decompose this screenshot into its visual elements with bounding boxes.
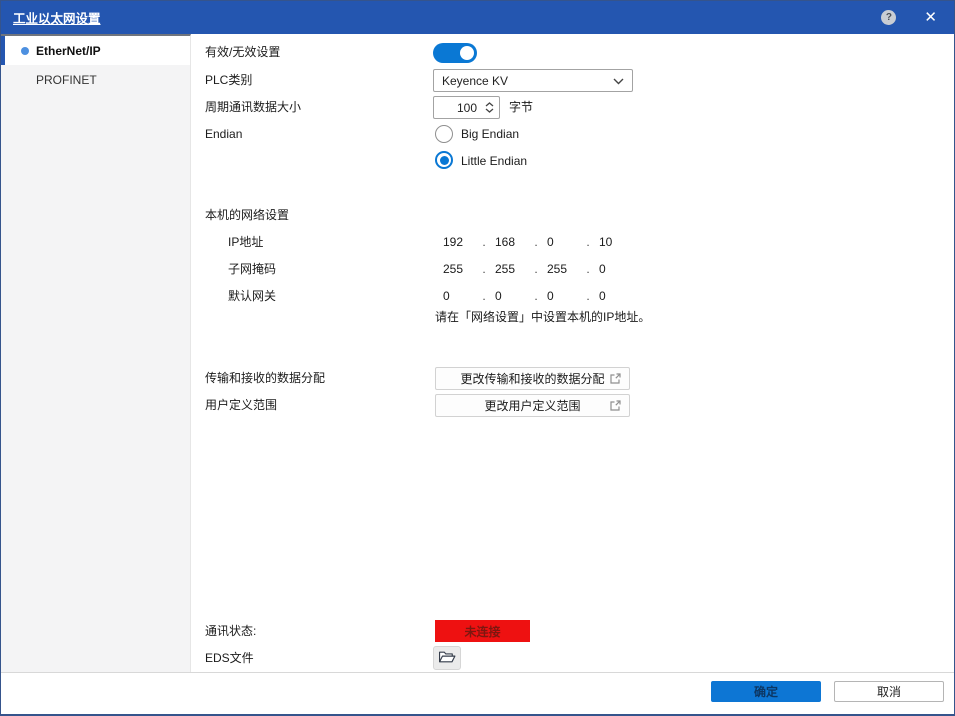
network-settings-header: 本机的网络设置 xyxy=(205,205,289,225)
titlebar: 工业以太网设置 ? ✕ xyxy=(1,1,954,34)
cyclic-size-unit: 字节 xyxy=(509,97,533,117)
radio-big-endian[interactable] xyxy=(435,125,453,143)
data-allocation-label: 传输和接收的数据分配 xyxy=(205,368,325,388)
eds-file-open-button[interactable] xyxy=(433,646,461,670)
dialog-footer: 确定 取消 xyxy=(1,672,954,714)
close-icon[interactable]: ✕ xyxy=(924,10,937,25)
user-range-label: 用户定义范围 xyxy=(205,395,277,415)
octet: 255 xyxy=(443,259,473,279)
protocol-sidebar: EtherNet/IP PROFINET xyxy=(1,34,191,672)
external-link-icon xyxy=(609,372,622,388)
eds-file-label: EDS文件 xyxy=(205,648,254,668)
cyclic-size-stepper[interactable]: 100 xyxy=(433,96,500,119)
octet: 0 xyxy=(495,286,525,306)
cyclic-size-value: 100 xyxy=(434,101,483,115)
octet-separator: . xyxy=(525,232,547,252)
enable-toggle[interactable] xyxy=(433,43,477,63)
radio-little-endian-label[interactable]: Little Endian xyxy=(461,151,527,171)
octet: 168 xyxy=(495,232,525,252)
cancel-button[interactable]: 取消 xyxy=(834,681,944,702)
octet-separator: . xyxy=(525,259,547,279)
octet-separator: . xyxy=(473,259,495,279)
octet-separator: . xyxy=(577,259,599,279)
settings-panel: 有效/无效设置 PLC类别 Keyence KV 周期通讯数据大小 100 xyxy=(191,34,954,672)
octet: 0 xyxy=(599,286,629,306)
comm-status-badge: 未连接 xyxy=(435,620,530,642)
radio-big-endian-label[interactable]: Big Endian xyxy=(461,124,519,144)
comm-status-label: 通讯状态: xyxy=(205,621,256,641)
sidebar-item-label: EtherNet/IP xyxy=(36,44,101,58)
change-data-allocation-button[interactable]: 更改传输和接收的数据分配 xyxy=(435,367,630,390)
default-gateway-label: 默认网关 xyxy=(228,286,276,306)
octet: 255 xyxy=(495,259,525,279)
octet: 0 xyxy=(443,286,473,306)
chevron-up-icon xyxy=(485,102,494,107)
plc-type-value: Keyence KV xyxy=(442,74,613,88)
octet-separator: . xyxy=(525,286,547,306)
octet: 0 xyxy=(599,259,629,279)
subnet-mask-value: 255 . 255 . 255 . 0 xyxy=(443,259,629,279)
dialog-title: 工业以太网设置 xyxy=(13,8,101,27)
octet-separator: . xyxy=(577,286,599,306)
button-label: 更改传输和接收的数据分配 xyxy=(460,370,604,387)
octet-separator: . xyxy=(473,286,495,306)
octet: 192 xyxy=(443,232,473,252)
cyclic-size-label: 周期通讯数据大小 xyxy=(205,97,301,117)
selected-indicator xyxy=(1,36,5,65)
endian-label: Endian xyxy=(205,124,242,144)
sidebar-item-ethernet-ip[interactable]: EtherNet/IP xyxy=(1,36,190,65)
octet-separator: . xyxy=(577,232,599,252)
active-dot-icon xyxy=(21,47,29,55)
ok-button[interactable]: 确定 xyxy=(711,681,821,702)
toggle-knob xyxy=(460,46,474,60)
enable-setting-label: 有效/无效设置 xyxy=(205,42,280,62)
stepper-arrows xyxy=(483,102,499,113)
industrial-ethernet-settings-dialog: 工业以太网设置 ? ✕ EtherNet/IP PROFINET 有效/无效设置 xyxy=(0,0,955,716)
chevron-down-icon xyxy=(485,108,494,113)
octet: 10 xyxy=(599,232,629,252)
plc-type-select[interactable]: Keyence KV xyxy=(433,69,633,92)
octet: 0 xyxy=(547,232,577,252)
help-icon[interactable]: ? xyxy=(881,10,896,25)
default-gateway-value: 0 . 0 . 0 . 0 xyxy=(443,286,629,306)
sidebar-item-profinet[interactable]: PROFINET xyxy=(1,65,190,94)
dialog-body: EtherNet/IP PROFINET 有效/无效设置 PLC类别 Keyen… xyxy=(1,34,954,672)
change-user-range-button[interactable]: 更改用户定义范围 xyxy=(435,394,630,417)
plc-type-label: PLC类别 xyxy=(205,70,252,90)
button-label: 更改用户定义范围 xyxy=(484,397,580,414)
octet: 0 xyxy=(547,286,577,306)
ip-address-label: IP地址 xyxy=(228,232,263,252)
octet-separator: . xyxy=(473,232,495,252)
ip-address-value: 192 . 168 . 0 . 10 xyxy=(443,232,629,252)
folder-open-icon xyxy=(438,650,456,667)
network-settings-note: 请在「网络设置」中设置本机的IP地址。 xyxy=(435,307,650,327)
radio-dot xyxy=(440,156,449,165)
titlebar-icons: ? ✕ xyxy=(881,10,937,25)
subnet-mask-label: 子网掩码 xyxy=(228,259,276,279)
sidebar-item-label: PROFINET xyxy=(36,73,97,87)
octet: 255 xyxy=(547,259,577,279)
radio-little-endian[interactable] xyxy=(435,151,453,169)
chevron-down-icon xyxy=(613,74,624,88)
external-link-icon xyxy=(609,399,622,415)
